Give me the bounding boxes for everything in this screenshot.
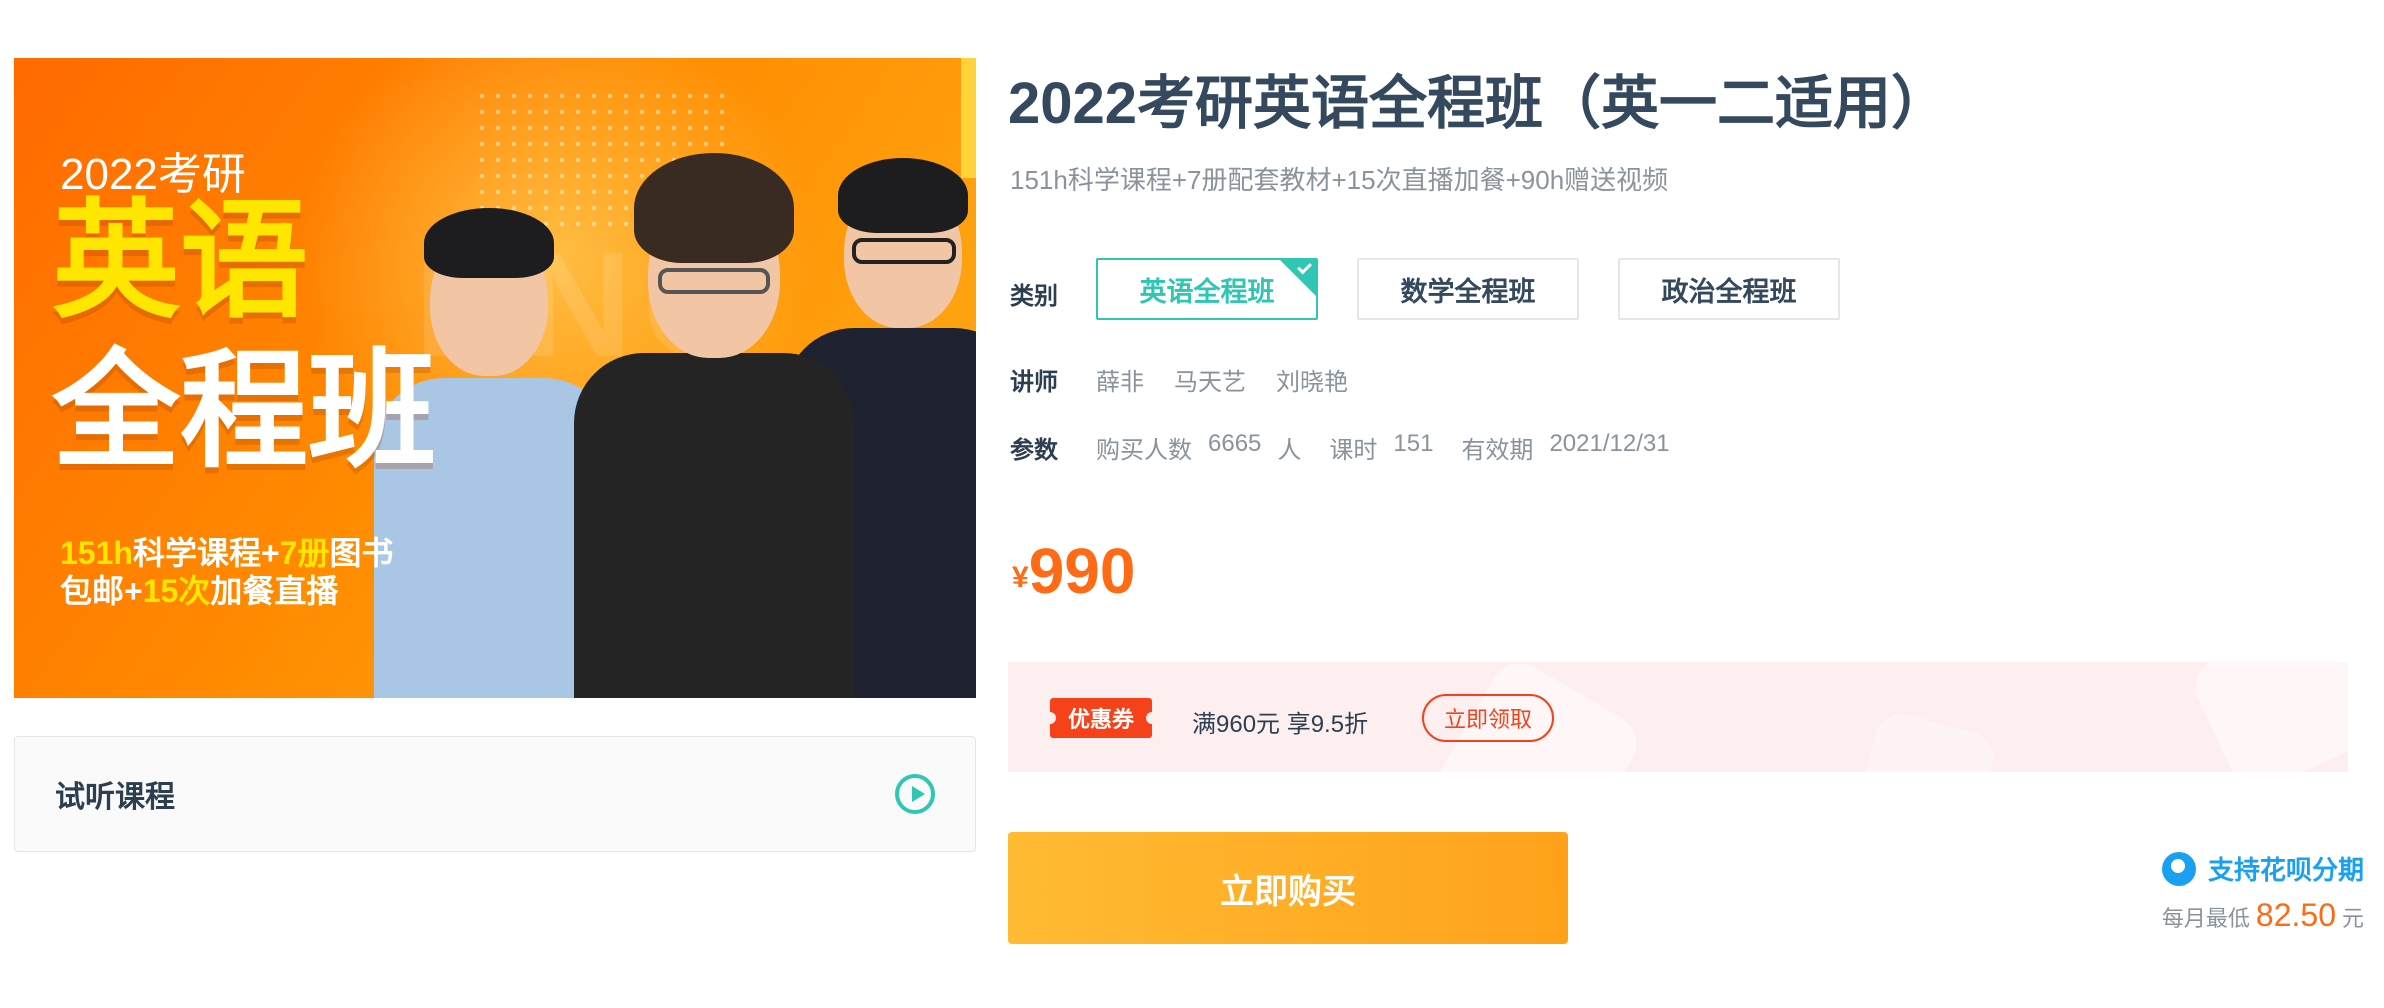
category-option-label: 英语全程班 — [1139, 276, 1275, 307]
banner-title-line2: 全程班 — [52, 340, 437, 483]
coupon-bar: 优惠券 满960元 享9.5折 立即领取 — [1008, 662, 2348, 772]
category-option-english[interactable]: 英语全程班 — [1096, 258, 1318, 320]
course-params: 购买人数 6665 人 课时 151 有效期 2021/12/31 — [1096, 430, 1670, 465]
category-option-politics[interactable]: 政治全程班 — [1618, 258, 1840, 320]
teachers-label: 讲师 — [1010, 369, 1058, 396]
banner-text: 加餐直播 — [210, 573, 339, 609]
teacher-name: 刘晓艳 — [1276, 369, 1348, 396]
play-circle-icon[interactable] — [895, 774, 935, 814]
course-banner-image: ENG 2022考研 英语 全程班 151h科学课程+7册图书 包邮+15次加餐… — [14, 58, 976, 698]
selected-corner-badge — [1278, 260, 1316, 298]
banner-title-line1: 英语 — [52, 190, 309, 333]
buy-now-button[interactable]: 立即购买 — [1008, 832, 1568, 944]
validity-value: 2021/12/31 — [1549, 430, 1670, 457]
teacher-name: 薛非 — [1096, 369, 1144, 396]
trial-lessons-panel[interactable]: 试听课程 — [14, 736, 976, 852]
claim-coupon-button[interactable]: 立即领取 — [1422, 694, 1554, 742]
trial-lessons-label: 试听课程 — [55, 781, 175, 814]
category-option-math[interactable]: 数学全程班 — [1357, 258, 1579, 320]
hours-value: 151 — [1393, 430, 1434, 457]
coupon-tag: 优惠券 — [1043, 698, 1159, 738]
validity-label: 有效期 — [1461, 437, 1534, 464]
params-label: 参数 — [1010, 437, 1058, 464]
coupon-decoration — [2185, 662, 2348, 772]
monthly-amount: 82.50 — [2255, 897, 2336, 933]
huabei-icon — [2161, 851, 2196, 886]
buyers-label: 购买人数 — [1096, 437, 1192, 464]
buyers-unit: 人 — [1277, 437, 1302, 464]
category-option-label: 政治全程班 — [1661, 276, 1797, 307]
coupon-decoration — [1857, 708, 1999, 772]
monthly-prefix: 每月最低 — [2161, 906, 2250, 931]
product-title: 2022考研英语全程班（英一二适用） — [1008, 71, 1950, 136]
monthly-unit: 元 — [2341, 906, 2364, 931]
huabei-label: 支持花呗分期 — [2207, 855, 2364, 885]
product-subtitle: 151h科学课程+7册配套教材+15次直播加餐+90h赠送视频 — [1010, 165, 1669, 195]
banner-accent-bar — [961, 58, 976, 178]
huabei-monthly: 每月最低 82.50 元 — [2162, 897, 2364, 934]
coupon-description: 满960元 享9.5折 — [1192, 711, 1369, 738]
category-label: 类别 — [1010, 283, 1058, 310]
price: ¥990 — [1012, 534, 1135, 608]
category-option-label: 数学全程班 — [1400, 276, 1536, 307]
price-value: 990 — [1028, 535, 1136, 607]
price-currency: ¥ — [1012, 561, 1029, 594]
banner-highlight: 15次 — [142, 573, 211, 609]
teacher-name: 马天艺 — [1174, 369, 1246, 396]
huabei-installment: 支持花呗分期 每月最低 82.50 元 — [2162, 850, 2364, 934]
banner-feature-line2: 包邮+15次加餐直播 — [60, 566, 338, 612]
banner-text: 图书 — [329, 535, 394, 571]
banner-text: 包邮+ — [60, 573, 143, 609]
hours-label: 课时 — [1329, 437, 1378, 464]
huabei-header[interactable]: 支持花呗分期 — [2161, 850, 2364, 887]
buyers-value: 6665 — [1208, 430, 1262, 457]
teacher-list: 薛非 马天艺 刘晓艳 — [1096, 362, 1348, 397]
